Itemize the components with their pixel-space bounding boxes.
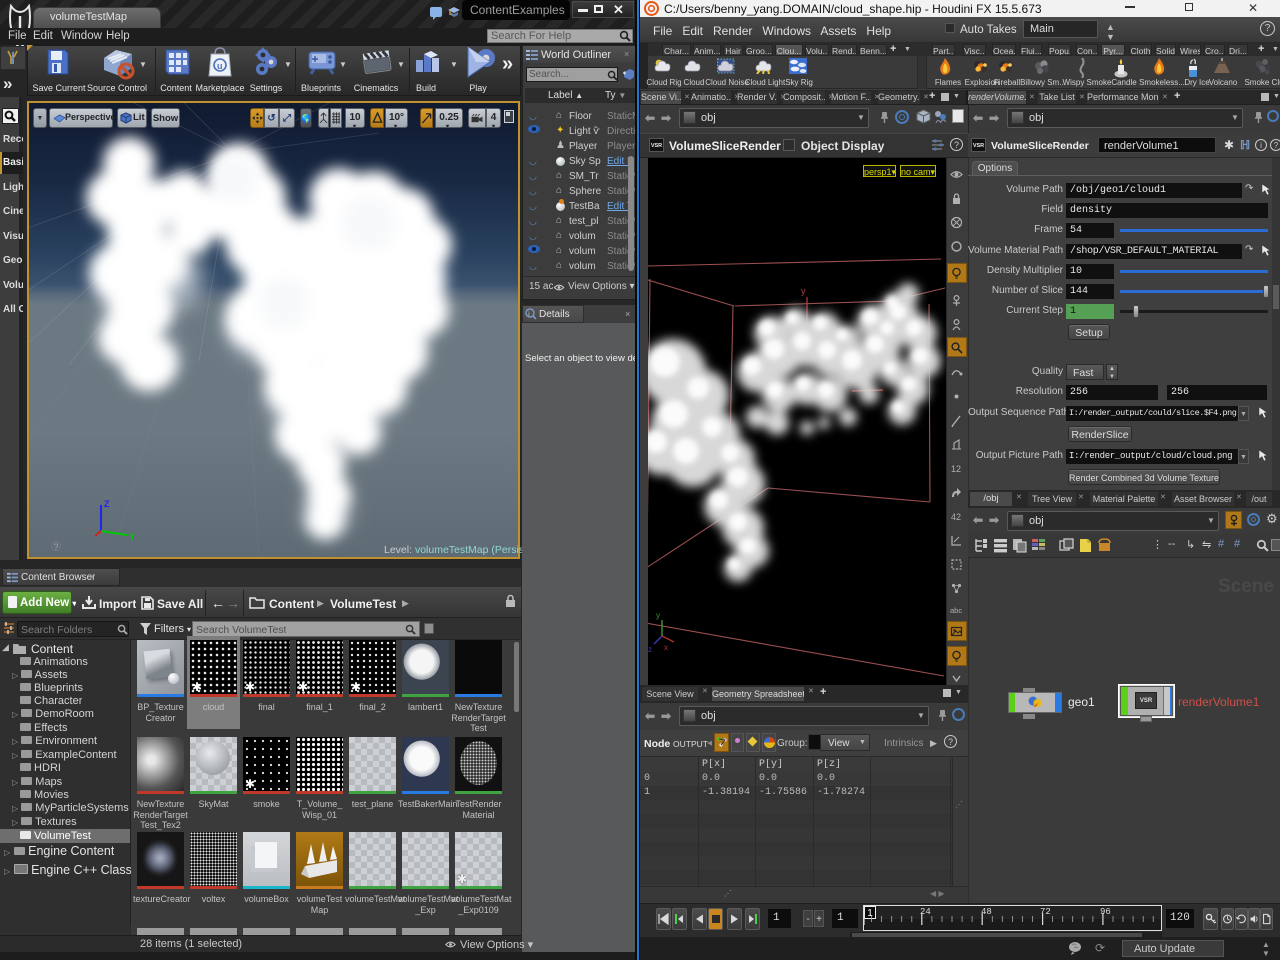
svg-text:y: y bbox=[801, 286, 806, 296]
svg-text:abc: abc bbox=[950, 606, 962, 615]
svg-text:u: u bbox=[217, 61, 223, 71]
svg-text:42: 42 bbox=[951, 512, 961, 522]
svg-text:i: i bbox=[528, 312, 529, 318]
svg-text:96: 96 bbox=[1100, 907, 1111, 917]
svg-text:12: 12 bbox=[951, 464, 961, 474]
svg-text:24: 24 bbox=[920, 907, 931, 917]
svg-text:z: z bbox=[648, 645, 652, 654]
svg-text:y: y bbox=[656, 611, 660, 620]
svg-text:Y: Y bbox=[129, 532, 135, 542]
svg-text:72: 72 bbox=[1040, 907, 1051, 917]
svg-text:Z: Z bbox=[104, 499, 110, 509]
svg-text:x: x bbox=[664, 643, 668, 652]
svg-text:48: 48 bbox=[981, 907, 992, 917]
